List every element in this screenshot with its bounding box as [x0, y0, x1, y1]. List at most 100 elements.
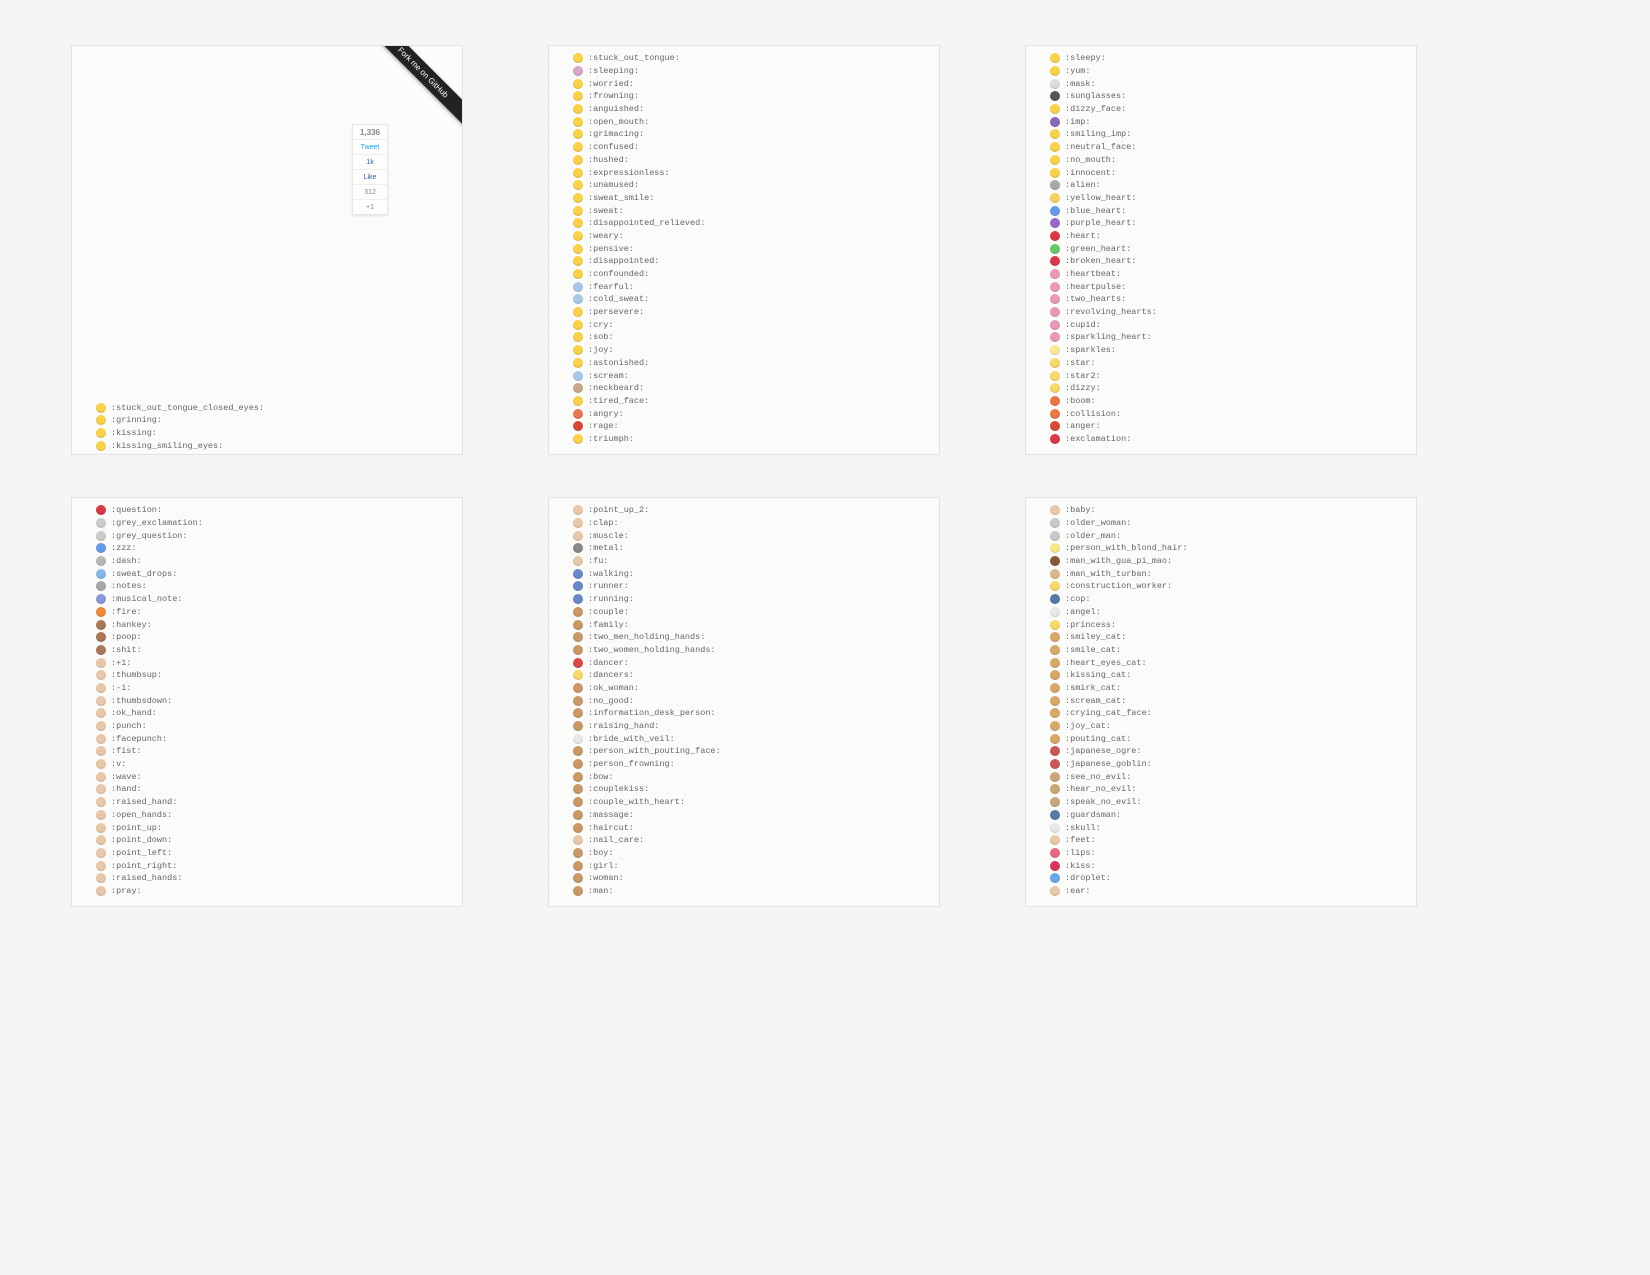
emoji-row[interactable]: :two_hearts:	[1050, 293, 1157, 306]
emoji-row[interactable]: :grimacing:	[573, 128, 705, 141]
emoji-row[interactable]: :punch:	[96, 720, 203, 733]
emoji-row[interactable]: :sweat_drops:	[96, 567, 203, 580]
emoji-row[interactable]: :sparkling_heart:	[1050, 331, 1157, 344]
emoji-row[interactable]: :imp:	[1050, 115, 1157, 128]
emoji-row[interactable]: :heart:	[1050, 230, 1157, 243]
emoji-row[interactable]: :angel:	[1050, 606, 1187, 619]
emoji-row[interactable]: :angry:	[573, 407, 705, 420]
emoji-row[interactable]: :heartbeat:	[1050, 268, 1157, 281]
emoji-row[interactable]: :man:	[573, 885, 721, 898]
emoji-row[interactable]: :princess:	[1050, 618, 1187, 631]
emoji-row[interactable]: :kissing_smiling_eyes:	[96, 439, 264, 452]
emoji-row[interactable]: :confused:	[573, 141, 705, 154]
emoji-row[interactable]: :grey_question:	[96, 529, 203, 542]
emoji-row[interactable]: :raising_hand:	[573, 720, 721, 733]
emoji-row[interactable]: :raised_hands:	[96, 872, 203, 885]
emoji-row[interactable]: :confounded:	[573, 268, 705, 281]
emoji-row[interactable]: :disappointed_relieved:	[573, 217, 705, 230]
emoji-row[interactable]: :skull:	[1050, 821, 1187, 834]
emoji-row[interactable]: :no_good:	[573, 694, 721, 707]
emoji-row[interactable]: :boom:	[1050, 395, 1157, 408]
emoji-row[interactable]: :collision:	[1050, 407, 1157, 420]
emoji-row[interactable]: :bride_with_veil:	[573, 732, 721, 745]
emoji-row[interactable]: :fire:	[96, 606, 203, 619]
emoji-row[interactable]: :neutral_face:	[1050, 141, 1157, 154]
emoji-row[interactable]: :wave:	[96, 770, 203, 783]
emoji-row[interactable]: :boy:	[573, 847, 721, 860]
emoji-row[interactable]: :feet:	[1050, 834, 1187, 847]
emoji-row[interactable]: :older_man:	[1050, 529, 1187, 542]
emoji-row[interactable]: :star2:	[1050, 369, 1157, 382]
emoji-row[interactable]: :pouting_cat:	[1050, 732, 1187, 745]
emoji-row[interactable]: :person_frowning:	[573, 758, 721, 771]
emoji-row[interactable]: :ok_hand:	[96, 707, 203, 720]
emoji-row[interactable]: :purple_heart:	[1050, 217, 1157, 230]
emoji-row[interactable]: :baby:	[1050, 504, 1187, 517]
emoji-row[interactable]: :bow:	[573, 770, 721, 783]
emoji-row[interactable]: :point_up_2:	[573, 504, 721, 517]
gplus-button[interactable]: +1	[353, 199, 387, 214]
emoji-row[interactable]: :older_woman:	[1050, 517, 1187, 530]
emoji-row[interactable]: :zzz:	[96, 542, 203, 555]
emoji-row[interactable]: :tired_face:	[573, 395, 705, 408]
emoji-row[interactable]: :rage:	[573, 420, 705, 433]
emoji-row[interactable]: :alien:	[1050, 179, 1157, 192]
emoji-row[interactable]: :japanese_ogre:	[1050, 745, 1187, 758]
emoji-row[interactable]: :two_women_holding_hands:	[573, 644, 721, 657]
emoji-row[interactable]: :sparkles:	[1050, 344, 1157, 357]
emoji-row[interactable]: :sob:	[573, 331, 705, 344]
emoji-row[interactable]: :dancer:	[573, 656, 721, 669]
emoji-row[interactable]: :green_heart:	[1050, 242, 1157, 255]
emoji-row[interactable]: :fist:	[96, 745, 203, 758]
emoji-row[interactable]: :crying_cat_face:	[1050, 707, 1187, 720]
emoji-row[interactable]: :open_hands:	[96, 809, 203, 822]
emoji-row[interactable]: :family:	[573, 618, 721, 631]
emoji-row[interactable]: :joy_cat:	[1050, 720, 1187, 733]
emoji-row[interactable]: :sunglasses:	[1050, 90, 1157, 103]
emoji-row[interactable]: :poop:	[96, 631, 203, 644]
emoji-row[interactable]: :point_left:	[96, 847, 203, 860]
emoji-row[interactable]: :metal:	[573, 542, 721, 555]
emoji-row[interactable]: :massage:	[573, 809, 721, 822]
emoji-row[interactable]: :nail_care:	[573, 834, 721, 847]
emoji-row[interactable]: :thumbsup:	[96, 669, 203, 682]
emoji-row[interactable]: :mask:	[1050, 77, 1157, 90]
emoji-row[interactable]: :shit:	[96, 644, 203, 657]
emoji-row[interactable]: :cold_sweat:	[573, 293, 705, 306]
emoji-row[interactable]: :-1:	[96, 682, 203, 695]
emoji-row[interactable]: :woman:	[573, 872, 721, 885]
emoji-row[interactable]: :raised_hand:	[96, 796, 203, 809]
emoji-row[interactable]: :droplet:	[1050, 872, 1187, 885]
emoji-row[interactable]: :stuck_out_tongue:	[573, 52, 705, 65]
emoji-row[interactable]: :construction_worker:	[1050, 580, 1187, 593]
emoji-row[interactable]: :kissing:	[96, 427, 264, 440]
emoji-row[interactable]: :anguished:	[573, 103, 705, 116]
emoji-row[interactable]: :+1:	[96, 656, 203, 669]
emoji-row[interactable]: :smile_cat:	[1050, 644, 1187, 657]
emoji-row[interactable]: :sleeping:	[573, 65, 705, 78]
emoji-row[interactable]: :astonished:	[573, 357, 705, 370]
emoji-row[interactable]: :broken_heart:	[1050, 255, 1157, 268]
emoji-row[interactable]: :grinning:	[96, 414, 264, 427]
emoji-row[interactable]: :thumbsdown:	[96, 694, 203, 707]
emoji-row[interactable]: :heart_eyes_cat:	[1050, 656, 1187, 669]
emoji-row[interactable]: :v:	[96, 758, 203, 771]
emoji-row[interactable]: :running:	[573, 593, 721, 606]
emoji-row[interactable]: :question:	[96, 504, 203, 517]
emoji-row[interactable]: :japanese_goblin:	[1050, 758, 1187, 771]
emoji-row[interactable]: :cop:	[1050, 593, 1187, 606]
emoji-row[interactable]: :smirk_cat:	[1050, 682, 1187, 695]
emoji-row[interactable]: :dizzy:	[1050, 382, 1157, 395]
emoji-row[interactable]: :star:	[1050, 357, 1157, 370]
tweet-button[interactable]: Tweet	[353, 139, 387, 154]
emoji-row[interactable]: :smiling_imp:	[1050, 128, 1157, 141]
emoji-row[interactable]: :hushed:	[573, 154, 705, 167]
emoji-row[interactable]: :fu:	[573, 555, 721, 568]
emoji-row[interactable]: :hankey:	[96, 618, 203, 631]
emoji-row[interactable]: :hand:	[96, 783, 203, 796]
emoji-row[interactable]: :couple_with_heart:	[573, 796, 721, 809]
emoji-row[interactable]: :musical_note:	[96, 593, 203, 606]
emoji-row[interactable]: :muscle:	[573, 529, 721, 542]
emoji-row[interactable]: :sleepy:	[1050, 52, 1157, 65]
emoji-row[interactable]: :haircut:	[573, 821, 721, 834]
